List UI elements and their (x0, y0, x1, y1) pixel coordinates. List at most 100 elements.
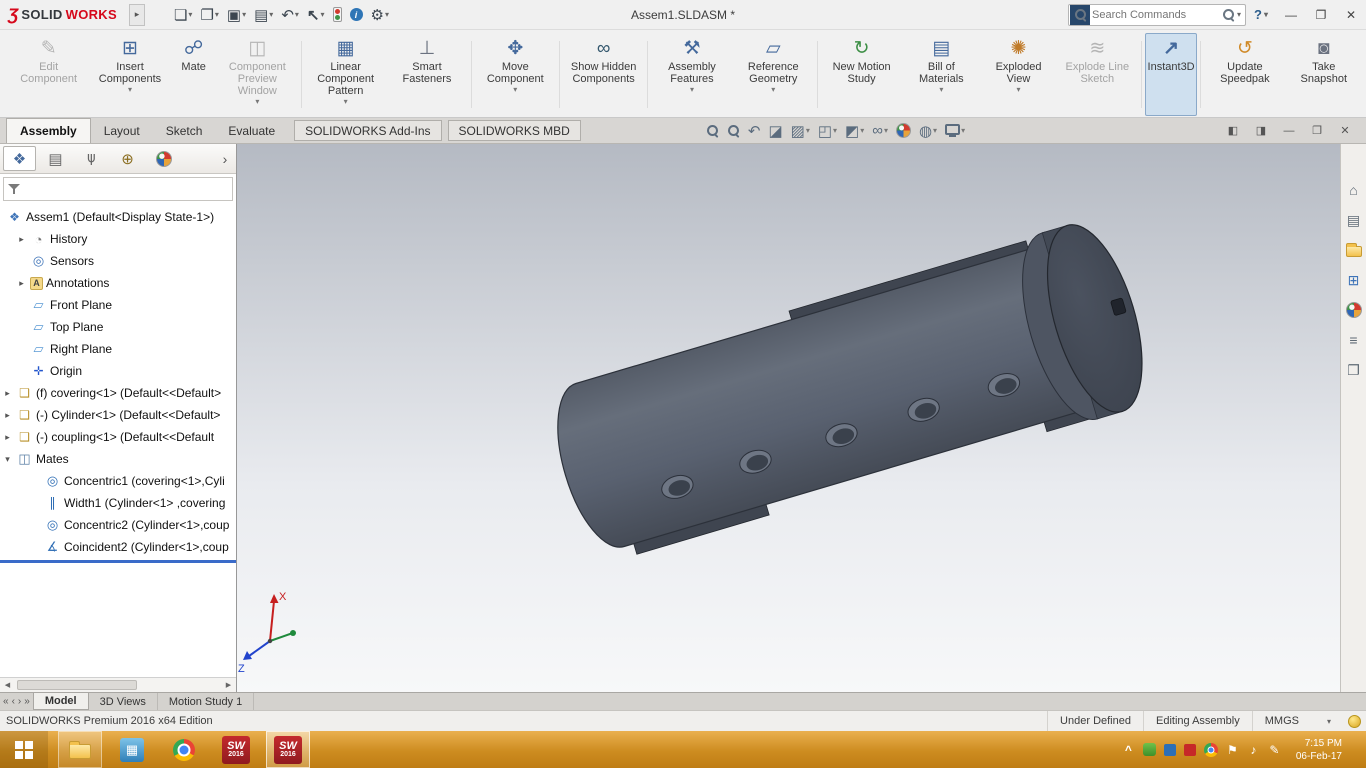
orientation-triad[interactable]: X Z (238, 591, 296, 675)
ribbon-button-linear-component-pattern[interactable]: ▦ Linear Component Pattern ▾ (305, 33, 386, 116)
tree-item-width1[interactable]: ∥ Width1 (Cylinder<1> ,covering (0, 492, 236, 514)
chevron-down-icon[interactable]: ▾ (1327, 717, 1331, 726)
prev-tab-icon[interactable]: ‹ (12, 696, 15, 707)
tree-item-covering[interactable]: ▸ ❑ (f) covering<1> (Default<<Default> (0, 382, 236, 404)
minimize-button[interactable]: — (1276, 0, 1306, 29)
tray-app-blue-icon[interactable] (1163, 743, 1176, 756)
taskbar-file-explorer[interactable] (58, 731, 102, 768)
tab-motion-study-1[interactable]: Motion Study 1 (158, 693, 255, 710)
next-tab-icon[interactable]: › (18, 696, 21, 707)
search-commands-box[interactable]: ▾ (1068, 3, 1247, 26)
tree-item-front-plane[interactable]: ▱ Front Plane (0, 294, 236, 316)
taskbar-clock[interactable]: 7:15 PM 06-Feb-17 (1289, 737, 1349, 763)
expand-arrow-icon[interactable]: ▸ (16, 278, 27, 289)
rebuild-button[interactable] (330, 5, 345, 24)
ribbon-button-bill-of-materials[interactable]: ▤ Bill of Materials ▾ (902, 33, 980, 116)
open-button[interactable]: ❐ ▾ (197, 4, 221, 26)
taskbar-app-tile[interactable]: ▦ (110, 731, 154, 768)
hidden-icons-caret[interactable]: ^ (1122, 743, 1135, 757)
pane-right-button[interactable]: ◨ (1248, 121, 1274, 141)
expand-arrow-icon[interactable]: ▸ (2, 388, 13, 399)
forum-button[interactable]: ❐ (1344, 360, 1364, 380)
taskbar-chrome[interactable] (162, 731, 206, 768)
tree-item-coincident2[interactable]: ∡ Coincident2 (Cylinder<1>,coup (0, 536, 236, 558)
chevron-down-icon[interactable]: ▾ (933, 126, 937, 135)
tab-layout[interactable]: Layout (91, 118, 153, 143)
zoom-to-fit-button[interactable] (706, 124, 719, 137)
tree-item-coupling[interactable]: ▸ ❑ (-) coupling<1> (Default<<Default (0, 426, 236, 448)
security-shield-icon[interactable] (1142, 743, 1156, 756)
chevron-down-icon[interactable]: ▾ (385, 10, 389, 19)
ribbon-button-insert-components[interactable]: ⊞ Insert Components ▾ (89, 33, 170, 116)
chevron-down-icon[interactable]: ▾ (939, 86, 943, 94)
expand-arrow-icon[interactable]: ▸ (16, 234, 27, 245)
ribbon-button-mate[interactable]: ☍ Mate (171, 33, 217, 116)
design-library-button[interactable]: ▤ (1344, 210, 1364, 230)
zoom-to-area-button[interactable] (727, 124, 740, 137)
tree-item-sensors[interactable]: ◎ Sensors (0, 250, 236, 272)
tab-propertymanager[interactable]: ▤ (39, 146, 72, 171)
panel-horizontal-scrollbar[interactable]: ◀ ▶ (0, 677, 236, 692)
close-button[interactable]: ✕ (1336, 0, 1366, 29)
viewport-canvas[interactable]: X Z (237, 144, 1340, 692)
scroll-right-icon[interactable]: ▶ (221, 681, 236, 689)
custom-properties-button[interactable]: ≡ (1344, 330, 1364, 350)
tab-model[interactable]: Model (32, 693, 89, 710)
tree-item-origin[interactable]: ✛ Origin (0, 360, 236, 382)
chevron-down-icon[interactable]: ▾ (806, 126, 810, 135)
start-button[interactable] (0, 731, 48, 768)
chevron-down-icon[interactable]: ▾ (833, 126, 837, 135)
collapse-arrow-icon[interactable]: ▾ (2, 454, 13, 465)
tab-assembly[interactable]: Assembly (6, 118, 91, 143)
taskbar-solidworks-2016[interactable]: SW 2016 (214, 731, 258, 768)
chevron-down-icon[interactable]: ▾ (1017, 86, 1021, 94)
tab-dimxpertmanager[interactable]: ⊕ (111, 146, 144, 171)
tree-item-mates[interactable]: ▾ ◫ Mates (0, 448, 236, 470)
file-explorer-pane-button[interactable] (1344, 240, 1364, 260)
rollback-bar[interactable] (0, 560, 236, 563)
doc-restore-button[interactable]: ❐ (1304, 121, 1330, 141)
view-orientation-button[interactable]: ◰ ▾ (818, 122, 837, 140)
tray-app-red-icon[interactable] (1183, 743, 1196, 756)
previous-view-button[interactable]: ↶ (748, 122, 761, 140)
doc-minimize-button[interactable]: — (1276, 121, 1302, 141)
section-view-button[interactable]: ◪ (768, 122, 782, 140)
tree-item-history[interactable]: ▸ ◔ History (0, 228, 236, 250)
search-input[interactable] (1092, 8, 1221, 21)
chevron-down-icon[interactable]: ▾ (771, 86, 775, 94)
expand-arrow-icon[interactable]: ▸ (2, 432, 13, 443)
maximize-button[interactable]: ❐ (1306, 0, 1336, 29)
edit-appearance-button[interactable] (895, 123, 911, 138)
menu-expand-button[interactable]: ▸ (128, 3, 145, 26)
options-button[interactable]: ⚙ ▾ (368, 4, 392, 26)
ribbon-button-assembly-features[interactable]: ⚒ Assembly Features ▾ (651, 33, 732, 116)
new-document-button[interactable]: ❏ ▾ (171, 4, 195, 26)
chevron-down-icon[interactable]: ▾ (860, 126, 864, 135)
tree-item-concentric1[interactable]: ◎ Concentric1 (covering<1>,Cyli (0, 470, 236, 492)
ribbon-button-take-snapshot[interactable]: ◙ Take Snapshot (1286, 33, 1362, 116)
tab-solidworks-add-ins[interactable]: SOLIDWORKS Add-Ins (294, 120, 442, 141)
tree-filter-box[interactable] (3, 177, 233, 201)
tab-configurationmanager[interactable]: ⋔ (75, 146, 108, 171)
chevron-down-icon[interactable]: ▾ (320, 10, 324, 19)
print-button[interactable]: ▤ ▾ (251, 4, 276, 26)
tab-3d-views[interactable]: 3D Views (89, 693, 158, 710)
display-style-button[interactable]: ◩ ▾ (845, 122, 864, 140)
ribbon-button-smart-fasteners[interactable]: ⊥ Smart Fasteners (386, 33, 467, 116)
tree-item-annotations[interactable]: ▸ A Annotations (0, 272, 236, 294)
chevron-down-icon[interactable]: ▾ (215, 10, 219, 19)
volume-icon[interactable]: ♪ (1247, 743, 1260, 757)
view-settings-button[interactable]: ▾ (945, 124, 965, 137)
tab-featuremanager[interactable]: ❖ (3, 146, 36, 171)
assembly-model[interactable] (538, 214, 1161, 568)
status-orb-icon[interactable] (1348, 714, 1361, 728)
tree-item-concentric2[interactable]: ◎ Concentric2 (Cylinder<1>,coup (0, 514, 236, 536)
pen-input-icon[interactable]: ✎ (1268, 743, 1281, 757)
last-tab-icon[interactable]: » (24, 696, 30, 707)
panel-flyout-button[interactable]: › (217, 151, 233, 167)
chrome-tray-icon[interactable] (1203, 742, 1218, 757)
action-center-flag-icon[interactable]: ⚑ (1226, 743, 1239, 757)
tab-displaymanager[interactable] (147, 146, 180, 171)
units-selector[interactable]: MMGS ▾ (1251, 711, 1343, 731)
solidworks-resources-button[interactable]: ⌂ (1344, 180, 1364, 200)
